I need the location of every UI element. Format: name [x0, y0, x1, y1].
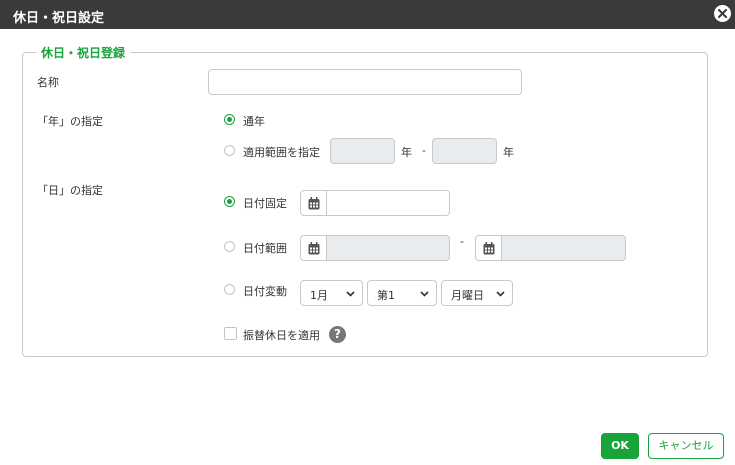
name-input[interactable]	[208, 69, 522, 95]
calendar-icon[interactable]	[300, 190, 327, 216]
year-spec-label: 「年」の指定	[37, 115, 103, 128]
year-to-input[interactable]	[432, 138, 497, 164]
day-spec-label: 「日」の指定	[37, 184, 103, 197]
year-range-separator: -	[422, 144, 426, 157]
year-from-input[interactable]	[330, 138, 395, 164]
radio-date-variable[interactable]	[224, 284, 235, 295]
radio-date-range-label: 日付範囲	[243, 242, 287, 255]
substitute-holiday-checkbox[interactable]	[224, 327, 237, 340]
radio-date-variable-label: 日付変動	[243, 285, 287, 298]
cancel-button[interactable]: キャンセル	[648, 433, 724, 459]
fieldset-legend: 休日・祝日登録	[36, 44, 131, 61]
ok-button[interactable]: OK	[601, 433, 639, 459]
calendar-icon[interactable]	[475, 235, 502, 261]
week-select[interactable]: 第1	[367, 280, 437, 306]
range-end-date-input[interactable]	[501, 235, 626, 261]
radio-year-range[interactable]	[224, 145, 235, 156]
weekday-select-value: 月曜日	[451, 289, 484, 302]
name-label: 名称	[37, 76, 59, 89]
fixed-date-input[interactable]	[326, 190, 450, 216]
radio-year-all-label: 通年	[243, 115, 265, 128]
year-from-unit: 年	[401, 146, 412, 159]
month-select-value: 1月	[310, 289, 328, 302]
radio-date-fixed[interactable]	[224, 196, 235, 207]
chevron-down-icon	[420, 291, 429, 297]
radio-date-fixed-label: 日付固定	[243, 197, 287, 210]
radio-date-range[interactable]	[224, 241, 235, 252]
radio-year-range-label: 適用範囲を指定	[243, 146, 320, 159]
close-icon[interactable]	[714, 5, 731, 22]
substitute-holiday-label: 振替休日を適用	[243, 329, 320, 342]
dialog-title: 休日・祝日設定	[13, 11, 105, 26]
calendar-icon[interactable]	[300, 235, 327, 261]
year-to-unit: 年	[503, 146, 514, 159]
radio-year-all[interactable]	[224, 114, 235, 125]
month-select[interactable]: 1月	[300, 280, 363, 306]
chevron-down-icon	[346, 291, 355, 297]
date-range-separator: -	[460, 235, 464, 248]
range-start-date-input[interactable]	[326, 235, 450, 261]
help-icon[interactable]: ?	[329, 326, 346, 343]
chevron-down-icon	[496, 291, 505, 297]
weekday-select[interactable]: 月曜日	[441, 280, 513, 306]
week-select-value: 第1	[377, 289, 395, 302]
dialog-titlebar	[0, 0, 735, 29]
